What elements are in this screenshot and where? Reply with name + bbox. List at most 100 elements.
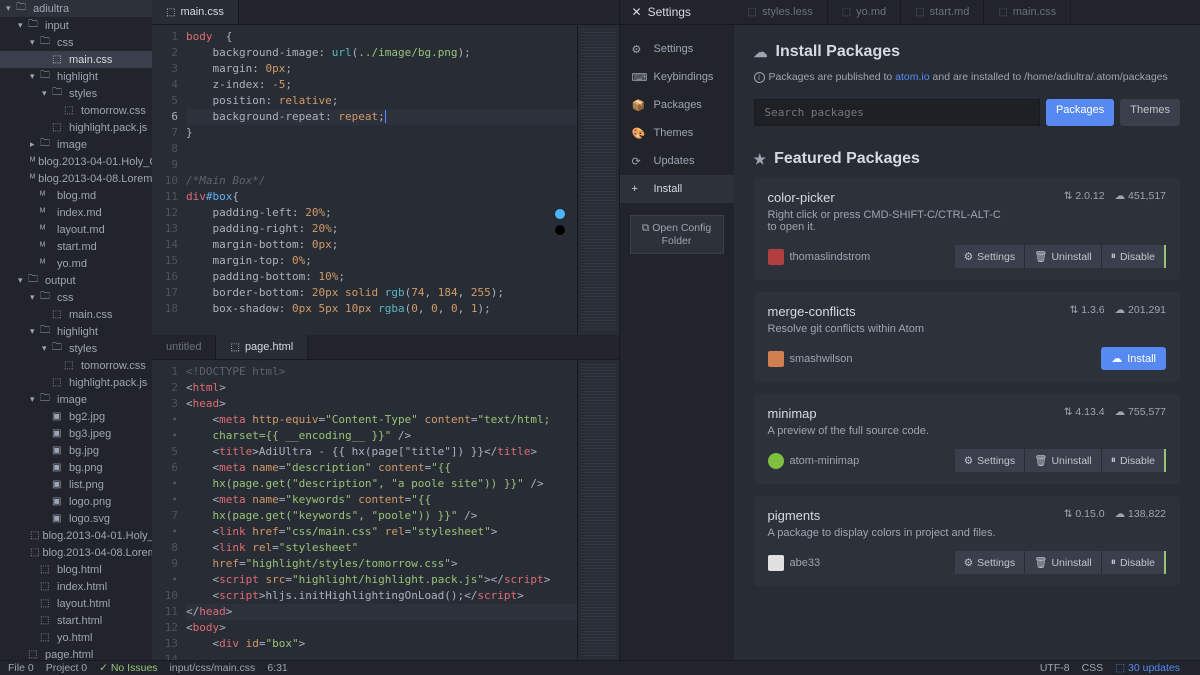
editor-pane-top[interactable]: 123456789101112131415161718 body { backg…: [152, 25, 619, 335]
tab-label: yo.md: [856, 6, 886, 18]
settings-nav-settings[interactable]: ⚙Settings: [620, 35, 734, 63]
tree-item[interactable]: ⬚highlight.pack.js: [0, 119, 152, 136]
tree-item[interactable]: ▾🗀styles: [0, 85, 152, 102]
tree-item[interactable]: ▾🗀output: [0, 272, 152, 289]
tree-item[interactable]: ⬚highlight.pack.js: [0, 374, 152, 391]
tree-item[interactable]: ᴹblog.2013-04-08.Lorem_I...: [0, 170, 152, 187]
editor-tab[interactable]: untitled: [152, 335, 216, 359]
tree-item[interactable]: ▣bg2.jpg: [0, 408, 152, 425]
tree-item[interactable]: ▾🗀highlight: [0, 68, 152, 85]
md-icon: ᴹ: [40, 241, 54, 252]
disable-button[interactable]: ⏸Disable: [1102, 245, 1166, 268]
panel-tab[interactable]: ⬚start.md: [901, 0, 984, 24]
package-name[interactable]: color-picker: [768, 190, 835, 205]
trash-icon: 🗑: [1034, 250, 1047, 263]
tree-item[interactable]: ▣bg.jpg: [0, 442, 152, 459]
open-config-button[interactable]: ⧉ Open Config Folder: [630, 215, 724, 254]
tree-item[interactable]: ▾🗀input: [0, 17, 152, 34]
panel-tab[interactable]: ⬚yo.md: [828, 0, 901, 24]
editor-tab[interactable]: ⬚page.html: [216, 335, 308, 359]
status-issues[interactable]: ✓ No Issues: [99, 662, 157, 674]
tree-label: start.html: [57, 615, 102, 627]
package-name[interactable]: pigments: [768, 508, 821, 523]
tree-item[interactable]: ▾🗀css: [0, 289, 152, 306]
tree-item[interactable]: ⬚blog.html: [0, 561, 152, 578]
tree-item[interactable]: ⬚yo.html: [0, 629, 152, 646]
tree-item[interactable]: ▾🗀image: [0, 391, 152, 408]
package-author[interactable]: thomaslindstrom: [768, 249, 871, 265]
tree-item[interactable]: ⬚start.html: [0, 612, 152, 629]
tree-item[interactable]: ⬚blog.2013-04-08.Lorem_I...: [0, 544, 152, 561]
settings-nav-updates[interactable]: ⟳Updates: [620, 147, 734, 175]
tree-label: bg.png: [69, 462, 103, 474]
panel-tab[interactable]: ⬚main.css: [984, 0, 1071, 24]
tree-item[interactable]: ▾🗀styles: [0, 340, 152, 357]
tree-item[interactable]: ⬚main.css: [0, 306, 152, 323]
tree-item[interactable]: ▾🗀adiultra: [0, 0, 152, 17]
package-meta: ⇅ 4.13.4☁ 755,577: [1064, 406, 1166, 418]
tree-item[interactable]: ⬚tomorrow.css: [0, 102, 152, 119]
js-icon: ⬚: [52, 377, 66, 388]
tree-item[interactable]: ᴹstart.md: [0, 238, 152, 255]
panel-tab[interactable]: ⬚styles.less: [734, 0, 828, 24]
minimap[interactable]: [577, 25, 619, 335]
tree-item[interactable]: ᴹblog.2013-04-01.Holy_Gr...: [0, 153, 152, 170]
package-name[interactable]: merge-conflicts: [768, 304, 856, 319]
status-path: input/css/main.css: [170, 662, 256, 674]
uninstall-button[interactable]: 🗑Uninstall: [1025, 245, 1102, 268]
tree-item[interactable]: ⬚main.css: [0, 51, 152, 68]
tree-item[interactable]: ⬚page.html: [0, 646, 152, 660]
editor-tab[interactable]: ⬚main.css: [152, 0, 239, 24]
tree-item[interactable]: ᴹyo.md: [0, 255, 152, 272]
settings-button[interactable]: ⚙Settings: [955, 449, 1025, 472]
settings-button[interactable]: ⚙Settings: [955, 551, 1025, 574]
settings-button[interactable]: ⚙Settings: [955, 245, 1025, 268]
package-name[interactable]: minimap: [768, 406, 817, 421]
disable-button[interactable]: ⏸Disable: [1102, 449, 1166, 472]
tree-item[interactable]: ⬚tomorrow.css: [0, 357, 152, 374]
tree-item[interactable]: ▣logo.png: [0, 493, 152, 510]
tree-item[interactable]: ▾🗀highlight: [0, 323, 152, 340]
filter-themes-button[interactable]: Themes: [1120, 99, 1180, 126]
package-author[interactable]: atom-minimap: [768, 453, 860, 469]
search-input[interactable]: [754, 99, 1040, 126]
install-icon: +: [632, 183, 648, 195]
settings-nav-install[interactable]: +Install: [620, 175, 734, 203]
package-author[interactable]: smashwilson: [768, 351, 853, 367]
tree-item[interactable]: ᴹlayout.md: [0, 221, 152, 238]
tree-item[interactable]: ⬚blog.2013-04-01.Holy_Gr...: [0, 527, 152, 544]
tree-item[interactable]: ▣list.png: [0, 476, 152, 493]
status-project[interactable]: Project 0: [46, 662, 87, 674]
code-area[interactable]: body { background-image: url(../image/bg…: [186, 25, 577, 335]
disable-button[interactable]: ⏸Disable: [1102, 551, 1166, 574]
settings-tab[interactable]: ✕Settings: [620, 0, 734, 25]
editor-pane-bottom[interactable]: 123••56••7•89•1011121314 <!DOCTYPE html>…: [152, 360, 619, 660]
html-icon: ⬚: [40, 581, 54, 592]
settings-nav-packages[interactable]: 📦Packages: [620, 91, 734, 119]
minimap[interactable]: [577, 360, 619, 660]
file-tree[interactable]: ▾🗀adiultra▾🗀input▾🗀css⬚main.css▾🗀highlig…: [0, 0, 152, 660]
package-author[interactable]: abe33: [768, 555, 821, 571]
tree-item[interactable]: ᴹindex.md: [0, 204, 152, 221]
tree-item[interactable]: ⬚index.html: [0, 578, 152, 595]
tree-item[interactable]: ▣bg.png: [0, 459, 152, 476]
settings-nav-keybindings[interactable]: ⌨Keybindings: [620, 63, 734, 91]
atom-io-link[interactable]: atom.io: [895, 71, 929, 83]
install-button[interactable]: ☁Install: [1101, 347, 1166, 370]
status-encoding[interactable]: UTF-8: [1040, 662, 1070, 674]
tree-item[interactable]: ▣logo.svg: [0, 510, 152, 527]
css-icon: ⬚: [998, 7, 1007, 18]
status-updates[interactable]: ⬚ 30 updates: [1115, 662, 1180, 674]
status-file[interactable]: File 0: [8, 662, 34, 674]
filter-packages-button[interactable]: Packages: [1046, 99, 1114, 126]
uninstall-button[interactable]: 🗑Uninstall: [1025, 449, 1102, 472]
tree-item[interactable]: ▾🗀css: [0, 34, 152, 51]
tree-item[interactable]: ▸🗀image: [0, 136, 152, 153]
uninstall-button[interactable]: 🗑Uninstall: [1025, 551, 1102, 574]
settings-nav-themes[interactable]: 🎨Themes: [620, 119, 734, 147]
tree-item[interactable]: ▣bg3.jpeg: [0, 425, 152, 442]
tree-item[interactable]: ⬚layout.html: [0, 595, 152, 612]
code-area[interactable]: <!DOCTYPE html><html><head> <meta http-e…: [186, 360, 577, 660]
status-grammar[interactable]: CSS: [1082, 662, 1104, 674]
tree-item[interactable]: ᴹblog.md: [0, 187, 152, 204]
